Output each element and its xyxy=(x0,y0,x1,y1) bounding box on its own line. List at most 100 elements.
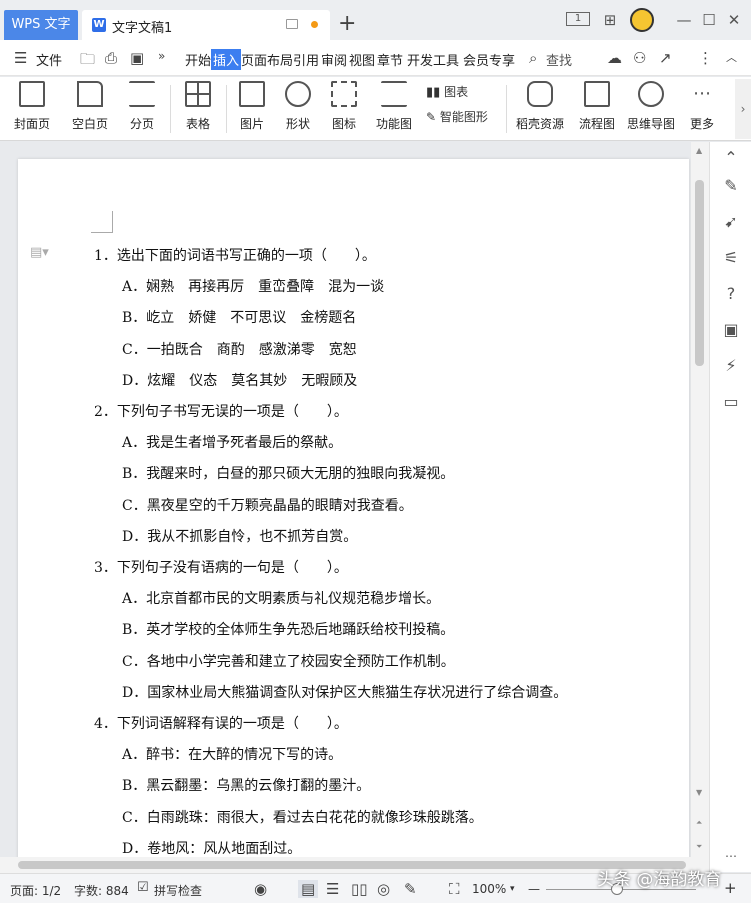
writer-doc-icon: W xyxy=(92,18,106,32)
help-icon[interactable]: ? xyxy=(721,284,741,304)
search-label[interactable]: 查找 xyxy=(546,50,572,69)
question-option: B．英才学校的全体师生争先恐后地踊跃给校刊投稿。 xyxy=(122,622,455,638)
ribbon-divider xyxy=(170,85,171,133)
question-option: D．国家林业局大熊猫调查队对保护区大熊猫生存状况进行了综合调查。 xyxy=(122,685,568,701)
tab-insert[interactable]: 插入 xyxy=(211,49,242,70)
shape-button[interactable]: 形状 xyxy=(278,81,318,132)
expand-icon[interactable]: ⌃ xyxy=(721,148,741,168)
function-chart-button[interactable]: 功能图 xyxy=(370,81,418,132)
vertical-scroll-thumb[interactable] xyxy=(695,180,704,366)
question-option: B．我醒来时，白昼的那只硕大无朋的独眼向我凝视。 xyxy=(122,466,455,482)
more-button[interactable]: ⋯ 更多 xyxy=(682,81,722,132)
margin-corner-mark xyxy=(91,211,113,233)
question-option: B．屹立 娇健 不可思议 金榜题名 xyxy=(122,310,357,326)
cloud-sync-icon[interactable]: ☁ xyxy=(607,49,622,67)
app-tab[interactable]: WPS 文字 xyxy=(4,10,78,40)
scroll-up-icon[interactable]: ▲ xyxy=(696,146,702,155)
menu-file[interactable]: 文件 xyxy=(36,50,62,69)
question-option: C．黑夜星空的千万颗亮晶晶的眼睛对我查看。 xyxy=(122,498,413,514)
zoom-in-icon[interactable]: + xyxy=(724,879,737,897)
next-page-icon[interactable]: ⏷ xyxy=(696,842,702,852)
lightning-icon[interactable]: ⚡ xyxy=(721,356,741,376)
scroll-down-icon[interactable]: ▼ xyxy=(696,788,702,797)
reading-view-icon[interactable]: ▯▯ xyxy=(351,880,368,898)
collaborate-icon[interactable]: ⚇ xyxy=(633,49,646,67)
window-count-icon[interactable]: 1 xyxy=(566,12,590,26)
tab-member[interactable]: 会员专享 xyxy=(463,50,515,69)
page-indicator[interactable]: 页面: 1/2 xyxy=(10,882,61,899)
paragraph-handle-icon[interactable]: ▤▾ xyxy=(30,245,49,260)
settings-sliders-icon[interactable]: ⚟ xyxy=(721,248,741,268)
tab-references[interactable]: 引用 xyxy=(293,50,319,69)
question-option: D．炫耀 仪态 莫名其妙 无暇顾及 xyxy=(122,373,358,389)
zoom-level[interactable]: 100% xyxy=(472,882,506,896)
document-page[interactable]: ▤▾ 1．选出下面的词语书写正确的一项（ ）。 A．娴熟 再接再厉 重峦叠障 混… xyxy=(18,159,689,872)
page-break-button[interactable]: 分页 xyxy=(122,81,162,132)
open-folder-icon[interactable]: 🗀 xyxy=(80,49,95,74)
pen-icon[interactable]: ✎ xyxy=(721,176,741,196)
book-search-icon[interactable]: ▭ xyxy=(721,392,741,412)
close-icon[interactable]: ✕ xyxy=(724,11,744,29)
more-chevron-icon[interactable]: » xyxy=(158,49,165,63)
docer-resources-button[interactable]: 稻壳资源 xyxy=(512,81,568,132)
flowchart-button[interactable]: 流程图 xyxy=(574,81,620,132)
chart-icon: ▮▮ xyxy=(426,85,441,100)
web-view-icon[interactable]: ◎ xyxy=(377,880,390,898)
avatar[interactable] xyxy=(630,8,654,32)
ribbon-divider xyxy=(226,85,227,133)
maximize-icon[interactable]: ☐ xyxy=(699,11,719,29)
write-mode-icon[interactable]: ✎ xyxy=(404,880,417,898)
word-count[interactable]: 字数: 884 xyxy=(74,882,129,899)
tab-developer[interactable]: 开发工具 xyxy=(407,50,459,69)
chart-button[interactable]: ▮▮ 图表 xyxy=(426,83,486,100)
print-icon[interactable]: ⎙ xyxy=(105,49,117,67)
smart-graphic-button[interactable]: ✎ 智能图形 xyxy=(426,108,502,125)
search-icon[interactable]: ⌕ xyxy=(529,49,537,67)
tab-start[interactable]: 开始 xyxy=(185,50,211,69)
question-option: D．我从不抓影自怜，也不抓芳自赏。 xyxy=(122,529,358,545)
monitor-icon[interactable] xyxy=(286,19,298,29)
question-option: A．我是生者增予死者最后的祭献。 xyxy=(122,435,343,451)
more-dots-icon[interactable]: ⋯ xyxy=(721,846,741,866)
share-icon[interactable]: ↗ xyxy=(659,49,672,67)
zoom-out-icon[interactable]: — xyxy=(528,882,540,896)
eye-protection-icon[interactable]: ◉ xyxy=(254,880,267,898)
mind-map-icon xyxy=(638,81,664,107)
document-tab[interactable]: W 文字文稿1 xyxy=(82,10,330,40)
select-pointer-icon[interactable]: ➹ xyxy=(721,212,741,232)
save-icon[interactable]: ▣ xyxy=(130,49,144,67)
outline-view-icon[interactable]: ☰ xyxy=(326,880,339,898)
tab-chapter[interactable]: 章节 xyxy=(377,50,403,69)
new-tab-button[interactable]: + xyxy=(338,12,356,36)
picture-button[interactable]: 图片 xyxy=(232,81,272,132)
blank-page-button[interactable]: 空白页 xyxy=(66,81,114,132)
vertical-scrollbar[interactable]: ▲ ▼ ⏶ ⏷ xyxy=(691,142,709,872)
hamburger-menu-icon[interactable]: ☰ xyxy=(14,49,27,67)
fit-page-icon[interactable]: ⛶ xyxy=(449,880,460,898)
page-break-icon xyxy=(129,81,155,107)
cover-page-icon xyxy=(19,81,45,107)
tab-view[interactable]: 视图 xyxy=(349,50,375,69)
prev-page-icon[interactable]: ⏶ xyxy=(696,818,702,828)
cover-page-button[interactable]: 封面页 xyxy=(8,81,56,132)
minimize-icon[interactable]: — xyxy=(674,11,694,29)
image-tool-icon[interactable]: ▣ xyxy=(721,320,741,340)
tab-page-layout[interactable]: 页面布局 xyxy=(241,50,293,69)
title-bar: WPS 文字 W 文字文稿1 + 1 ⊞ — ☐ ✕ xyxy=(0,0,751,40)
more-options-icon[interactable]: ⋮ xyxy=(698,49,713,67)
right-side-panel: ⌃ ✎ ➹ ⚟ ? ▣ ⚡ ▭ ⋯ xyxy=(709,142,751,872)
docer-resources-icon xyxy=(527,81,553,107)
mind-map-button[interactable]: 思维导图 xyxy=(624,81,678,132)
horizontal-scroll-thumb[interactable] xyxy=(18,861,686,869)
blank-page-icon xyxy=(77,81,103,107)
tab-review[interactable]: 审阅 xyxy=(321,50,347,69)
spellcheck-button[interactable]: 拼写检查 xyxy=(154,882,202,899)
zoom-dropdown-icon[interactable]: ▾ xyxy=(510,884,515,894)
shape-icon xyxy=(285,81,311,107)
ribbon-scroll-right-icon[interactable]: › xyxy=(735,79,751,139)
collapse-ribbon-icon[interactable]: ︿ xyxy=(726,49,737,65)
page-view-icon[interactable]: ▤ xyxy=(298,880,319,898)
table-button[interactable]: 表格 xyxy=(178,81,218,132)
apps-grid-icon[interactable]: ⊞ xyxy=(600,11,620,29)
icon-button[interactable]: 图标 xyxy=(324,81,364,132)
